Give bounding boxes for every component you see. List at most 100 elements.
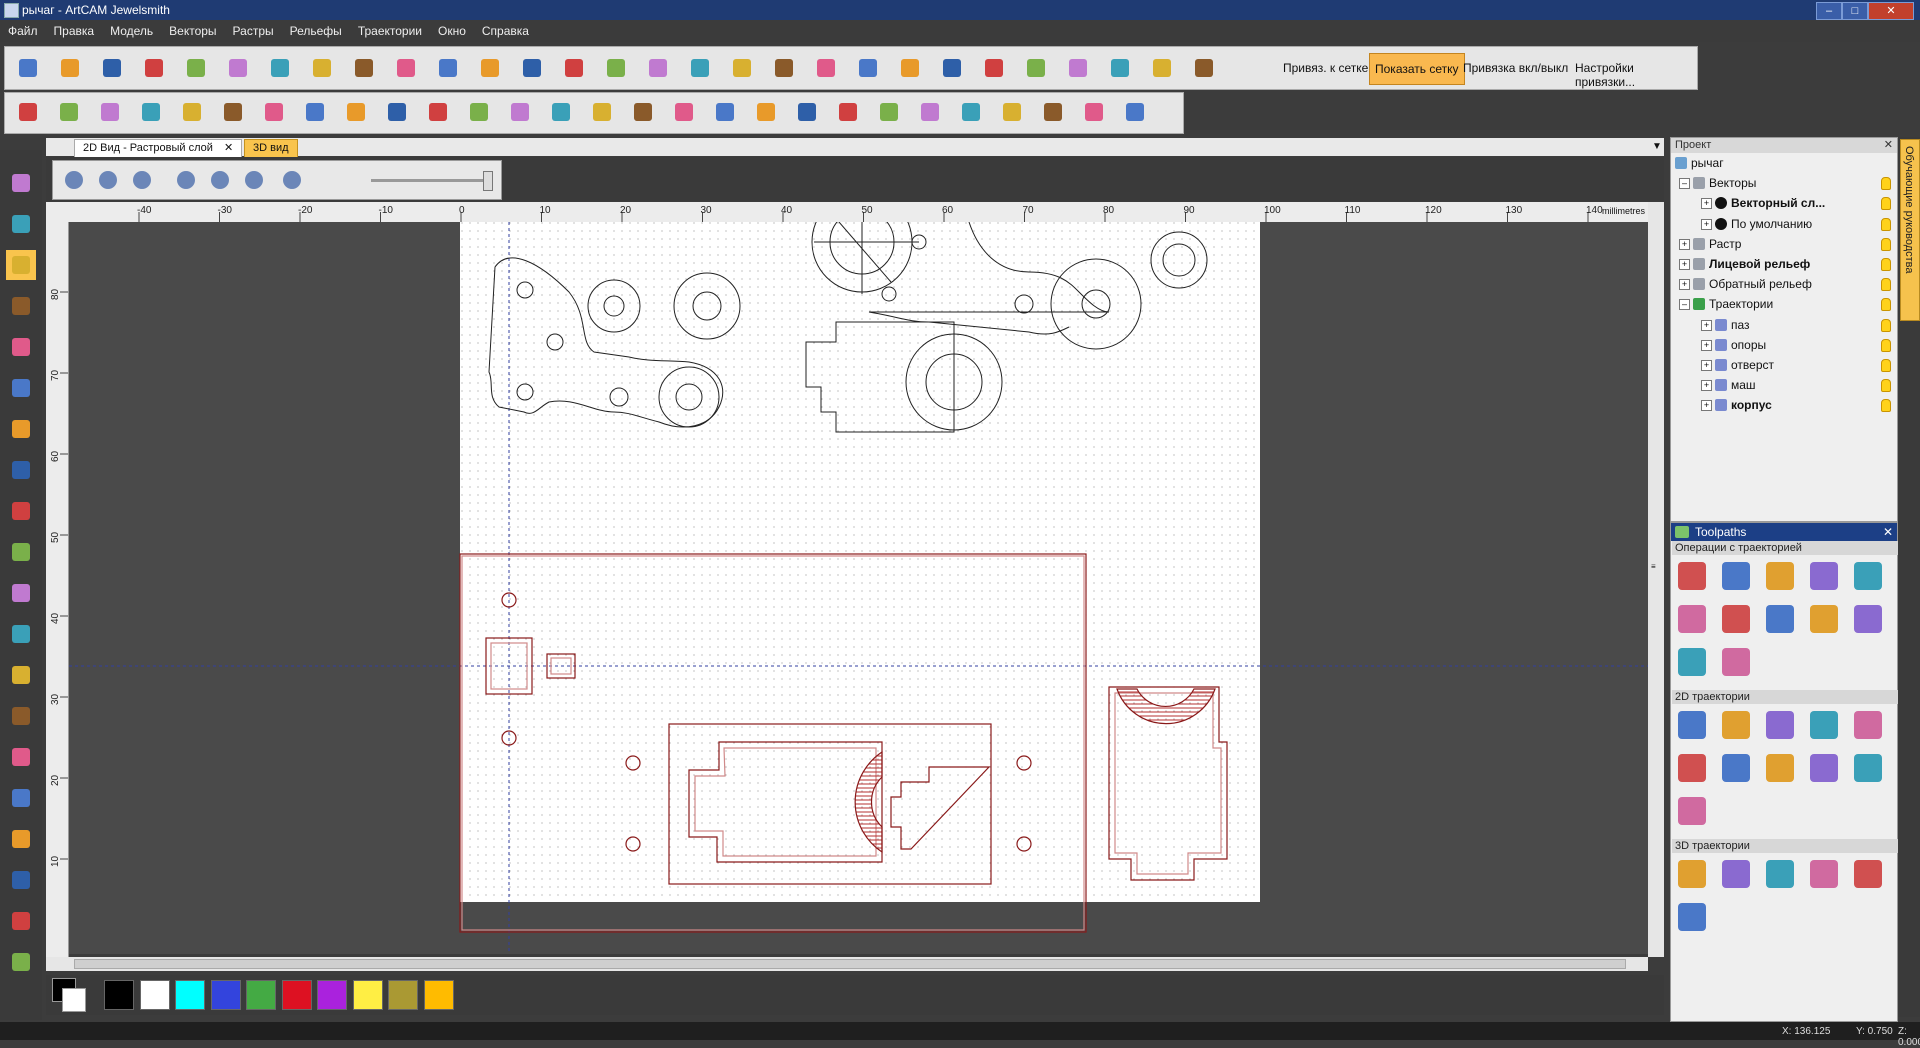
tp-ribbon-icon[interactable] xyxy=(1849,600,1887,638)
pen-icon[interactable] xyxy=(6,373,36,403)
cylinder-icon[interactable] xyxy=(753,99,779,125)
lemon-icon[interactable] xyxy=(1023,55,1049,81)
menu-toolpaths[interactable]: Траектории xyxy=(350,20,430,38)
figure-icon[interactable] xyxy=(477,55,503,81)
project-tree-item[interactable]: + маш xyxy=(1671,375,1895,395)
menu-file[interactable]: Файл xyxy=(0,20,46,38)
project-panel-close-icon[interactable]: ✕ xyxy=(1884,138,1893,153)
star-relief-icon[interactable] xyxy=(97,99,123,125)
arc-tool-icon[interactable] xyxy=(6,660,36,690)
project-tree-item[interactable]: + Лицевой рельеф xyxy=(1671,254,1895,274)
engrave-icon[interactable] xyxy=(1849,706,1887,744)
tabs-dropdown-icon[interactable]: ▼ xyxy=(1644,139,1670,157)
tp-vice-icon[interactable] xyxy=(1805,557,1843,595)
tab-2d-view[interactable]: 2D Вид - Растровый слой ✕ xyxy=(74,139,243,159)
arch-icon[interactable] xyxy=(507,99,533,125)
expand-toggle-icon[interactable]: + xyxy=(1701,360,1712,371)
visibility-bulb-icon[interactable] xyxy=(1881,258,1891,271)
tile-icon[interactable] xyxy=(630,99,656,125)
swirl-icon[interactable] xyxy=(835,99,861,125)
add-relief-icon[interactable] xyxy=(712,99,738,125)
visibility-bulb-icon[interactable] xyxy=(1881,237,1891,251)
visibility-bulb-icon[interactable] xyxy=(1881,399,1891,413)
expand-toggle-icon[interactable]: + xyxy=(1701,380,1712,392)
wizard-icon[interactable] xyxy=(603,55,629,81)
fill-icon[interactable] xyxy=(6,414,36,444)
project-tree-item[interactable]: + По умолчанию xyxy=(1671,214,1895,234)
visibility-bulb-icon[interactable] xyxy=(1881,318,1891,332)
zoom-fit-icon[interactable] xyxy=(173,167,199,193)
expand-toggle-icon[interactable]: + xyxy=(1701,319,1712,331)
angle-icon[interactable] xyxy=(1805,749,1843,787)
transform-icon[interactable] xyxy=(999,99,1025,125)
ring-shape-icon[interactable] xyxy=(466,99,492,125)
text-tool-icon[interactable] xyxy=(6,701,36,731)
visibility-bulb-icon[interactable] xyxy=(1881,359,1891,372)
background-color[interactable] xyxy=(62,988,86,1012)
zoom-out-icon[interactable] xyxy=(95,167,121,193)
star-icon[interactable] xyxy=(771,55,797,81)
tp-block-icon[interactable] xyxy=(1849,557,1887,595)
color-swatch[interactable] xyxy=(210,980,241,1010)
project-tree-item[interactable]: + корпус xyxy=(1671,395,1895,415)
cut-icon[interactable] xyxy=(141,55,167,81)
menu-model[interactable]: Модель xyxy=(102,20,161,38)
tp-layers-icon[interactable] xyxy=(1717,600,1755,638)
color-swatch[interactable] xyxy=(352,980,383,1010)
tp-sheet-icon[interactable] xyxy=(1761,557,1799,595)
3d-rough-icon[interactable] xyxy=(1673,855,1711,893)
expand-toggle-icon[interactable]: + xyxy=(1701,339,1712,351)
rectangle-icon[interactable] xyxy=(6,537,36,567)
mushroom-icon[interactable] xyxy=(548,99,574,125)
visibility-bulb-icon[interactable] xyxy=(1881,379,1891,393)
3d-probe-icon[interactable] xyxy=(1673,898,1711,936)
drawing-canvas[interactable] xyxy=(69,222,1648,954)
inlay-icon[interactable] xyxy=(1761,749,1799,787)
two-sided-icon[interactable] xyxy=(1673,792,1711,830)
transform-tool-icon[interactable] xyxy=(6,332,36,362)
new-icon[interactable] xyxy=(15,55,41,81)
project-tree-item[interactable]: + Векторный сл... xyxy=(1671,193,1895,213)
zoom-all-icon[interactable] xyxy=(241,167,267,193)
node-edit-icon[interactable] xyxy=(6,291,36,321)
arc-icon[interactable] xyxy=(897,55,923,81)
drill-icon[interactable] xyxy=(1805,706,1843,744)
frame-icon[interactable] xyxy=(561,55,587,81)
nodes-icon[interactable] xyxy=(813,55,839,81)
open-icon[interactable] xyxy=(57,55,83,81)
color-swatch[interactable] xyxy=(281,980,312,1010)
weave-icon[interactable] xyxy=(179,99,205,125)
tp-block2-icon[interactable] xyxy=(1673,600,1711,638)
eraser-icon[interactable] xyxy=(6,906,36,936)
project-tree-item[interactable]: – Траектории xyxy=(1671,294,1895,314)
nodes2-icon[interactable] xyxy=(855,55,881,81)
color-swatch[interactable] xyxy=(139,980,170,1010)
undo-icon[interactable] xyxy=(267,55,293,81)
expand-toggle-icon[interactable]: + xyxy=(1679,238,1690,250)
tp-recalc-icon[interactable] xyxy=(1805,600,1843,638)
expand-toggle-icon[interactable]: + xyxy=(1679,279,1690,291)
cross-icon[interactable] xyxy=(939,55,965,81)
brush-icon[interactable] xyxy=(671,99,697,125)
color-swatch[interactable] xyxy=(388,980,418,1010)
tp-dots-icon[interactable] xyxy=(1673,643,1711,681)
visibility-bulb-icon[interactable] xyxy=(1881,278,1891,292)
bead-icon[interactable] xyxy=(343,99,369,125)
bevel-icon[interactable] xyxy=(1717,749,1755,787)
stack-icon[interactable] xyxy=(1191,55,1217,81)
paste-icon[interactable] xyxy=(225,55,251,81)
layers-icon[interactable] xyxy=(1065,55,1091,81)
snap-toggle-button[interactable]: Привязка вкл/выкл xyxy=(1459,60,1572,76)
menu-reliefs[interactable]: Рельефы xyxy=(282,20,350,38)
color-swatch[interactable] xyxy=(246,980,276,1010)
color-swatch[interactable] xyxy=(175,980,205,1010)
layer-add-icon[interactable] xyxy=(261,99,287,125)
toolpaths-close-icon[interactable]: ✕ xyxy=(1883,523,1893,541)
expand-toggle-icon[interactable]: + xyxy=(1701,198,1712,210)
bead3-icon[interactable] xyxy=(425,99,451,125)
expand-toggle-icon[interactable]: + xyxy=(1701,400,1712,412)
toolpath-section-header[interactable]: Операции с траекторией xyxy=(1672,541,1899,555)
visibility-bulb-icon[interactable] xyxy=(1881,177,1891,191)
project-tree-item[interactable]: рычаг xyxy=(1671,153,1895,173)
plane-icon[interactable] xyxy=(302,99,328,125)
